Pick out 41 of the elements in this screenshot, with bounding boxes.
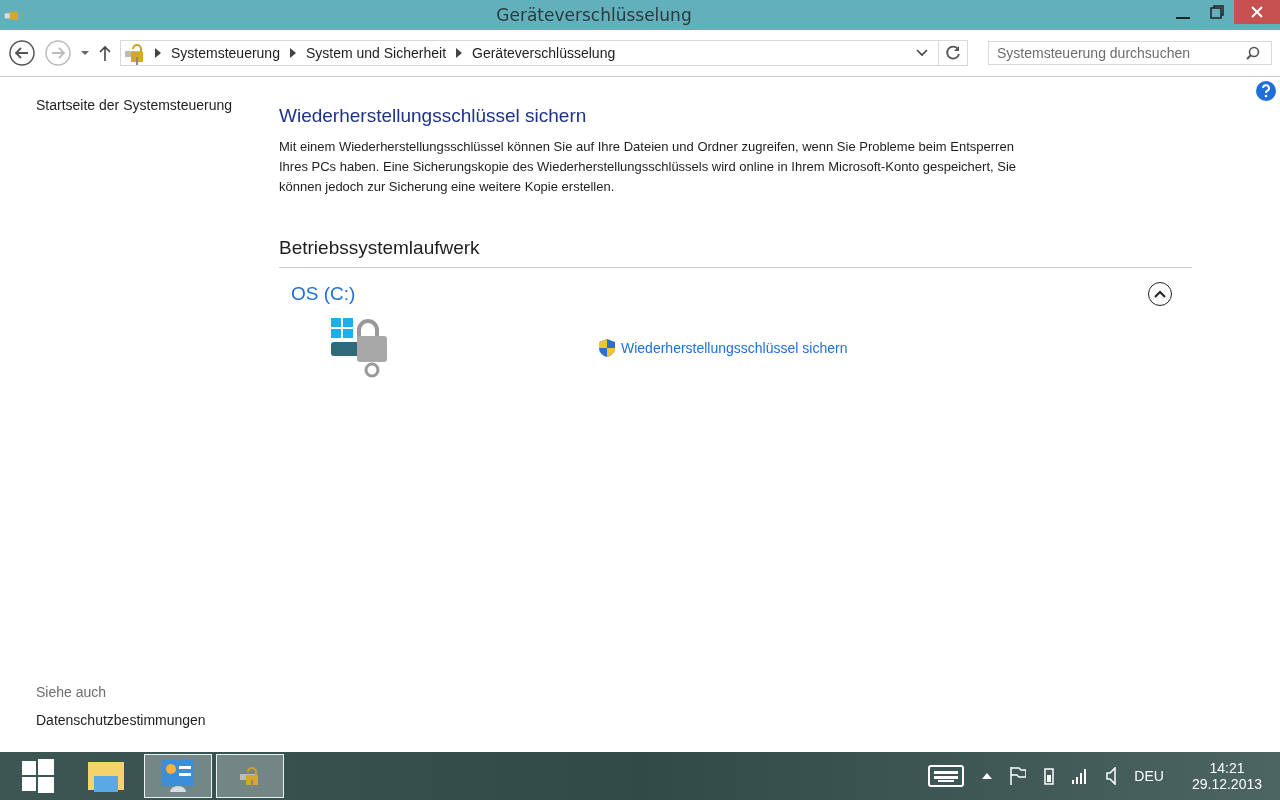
keyboard-icon[interactable]	[928, 765, 965, 787]
signal-icon[interactable]	[1072, 768, 1089, 784]
page-heading: Wiederherstellungsschlüssel sichern	[279, 105, 588, 127]
shield-icon	[599, 339, 615, 357]
chevron-up-icon	[1154, 290, 1166, 298]
see-also-link[interactable]: Datenschutzbestimmungen	[36, 712, 279, 728]
backup-key-link[interactable]: Wiederherstellungsschlüssel sichern	[599, 339, 848, 357]
dropdown-icon[interactable]	[80, 50, 90, 56]
address-bar[interactable]: Systemsteuerung System und Sicherheit Geräteverschlüsselung	[120, 40, 968, 66]
description-text: Mit einem Wiederherstellungsschlüssel können Sie auf Ihre Dateien und Ordner zugreifen, wenn Sie Probleme beim Entsperren Ihres PCs haben. Eine Sicherungskopie des Wiederherstellungsschlüssels wird online in Ihrem Microsoft-Konto gespeichert, Sie können jedoch zur Sicherung eine weitere Kopie erstellen.	[279, 138, 1018, 196]
speaker-icon[interactable]	[1106, 767, 1117, 785]
flag-icon[interactable]	[1010, 767, 1027, 785]
help-icon[interactable]	[1256, 81, 1276, 101]
battery-icon[interactable]	[1044, 767, 1055, 785]
chevron-down-icon[interactable]	[916, 49, 928, 57]
chevron-right-icon[interactable]	[456, 48, 463, 58]
home-link[interactable]: Startseite der Systemsteuerung	[36, 97, 279, 113]
minimize-icon	[1176, 17, 1190, 19]
search-field[interactable]: Systemsteuerung durchsuchen	[988, 41, 1272, 65]
collapse-button[interactable]	[1148, 282, 1172, 306]
taskbar-app[interactable]	[144, 754, 212, 798]
clock-time[interactable]: 14:21	[1209, 760, 1245, 776]
chevron-right-icon[interactable]	[155, 48, 161, 58]
breadcrumb[interactable]: System und Sicherheit	[305, 45, 447, 61]
language-indicator[interactable]: DEU	[1134, 768, 1164, 784]
section-heading: Betriebssystemlaufwerk	[279, 237, 1192, 268]
search-icon	[1246, 46, 1260, 60]
back-icon[interactable]	[8, 39, 36, 67]
up-arrow-icon[interactable]	[98, 45, 112, 61]
restore-icon	[1210, 5, 1224, 19]
close-button[interactable]	[1234, 0, 1280, 24]
drive-name: OS (C:)	[291, 283, 356, 305]
clock-date[interactable]: 29.12.2013	[1191, 776, 1262, 792]
close-icon	[1251, 6, 1263, 18]
breadcrumb[interactable]: Systemsteuerung	[171, 45, 280, 61]
chevron-right-icon[interactable]	[289, 48, 296, 58]
see-also-heading: Siehe auch	[36, 684, 108, 700]
caret-up-icon[interactable]	[982, 773, 993, 779]
breadcrumb[interactable]: Geräteverschlüsselung	[472, 45, 616, 61]
taskbar-app[interactable]	[216, 754, 284, 798]
window-title: Geräteverschlüsselung	[495, 5, 693, 25]
